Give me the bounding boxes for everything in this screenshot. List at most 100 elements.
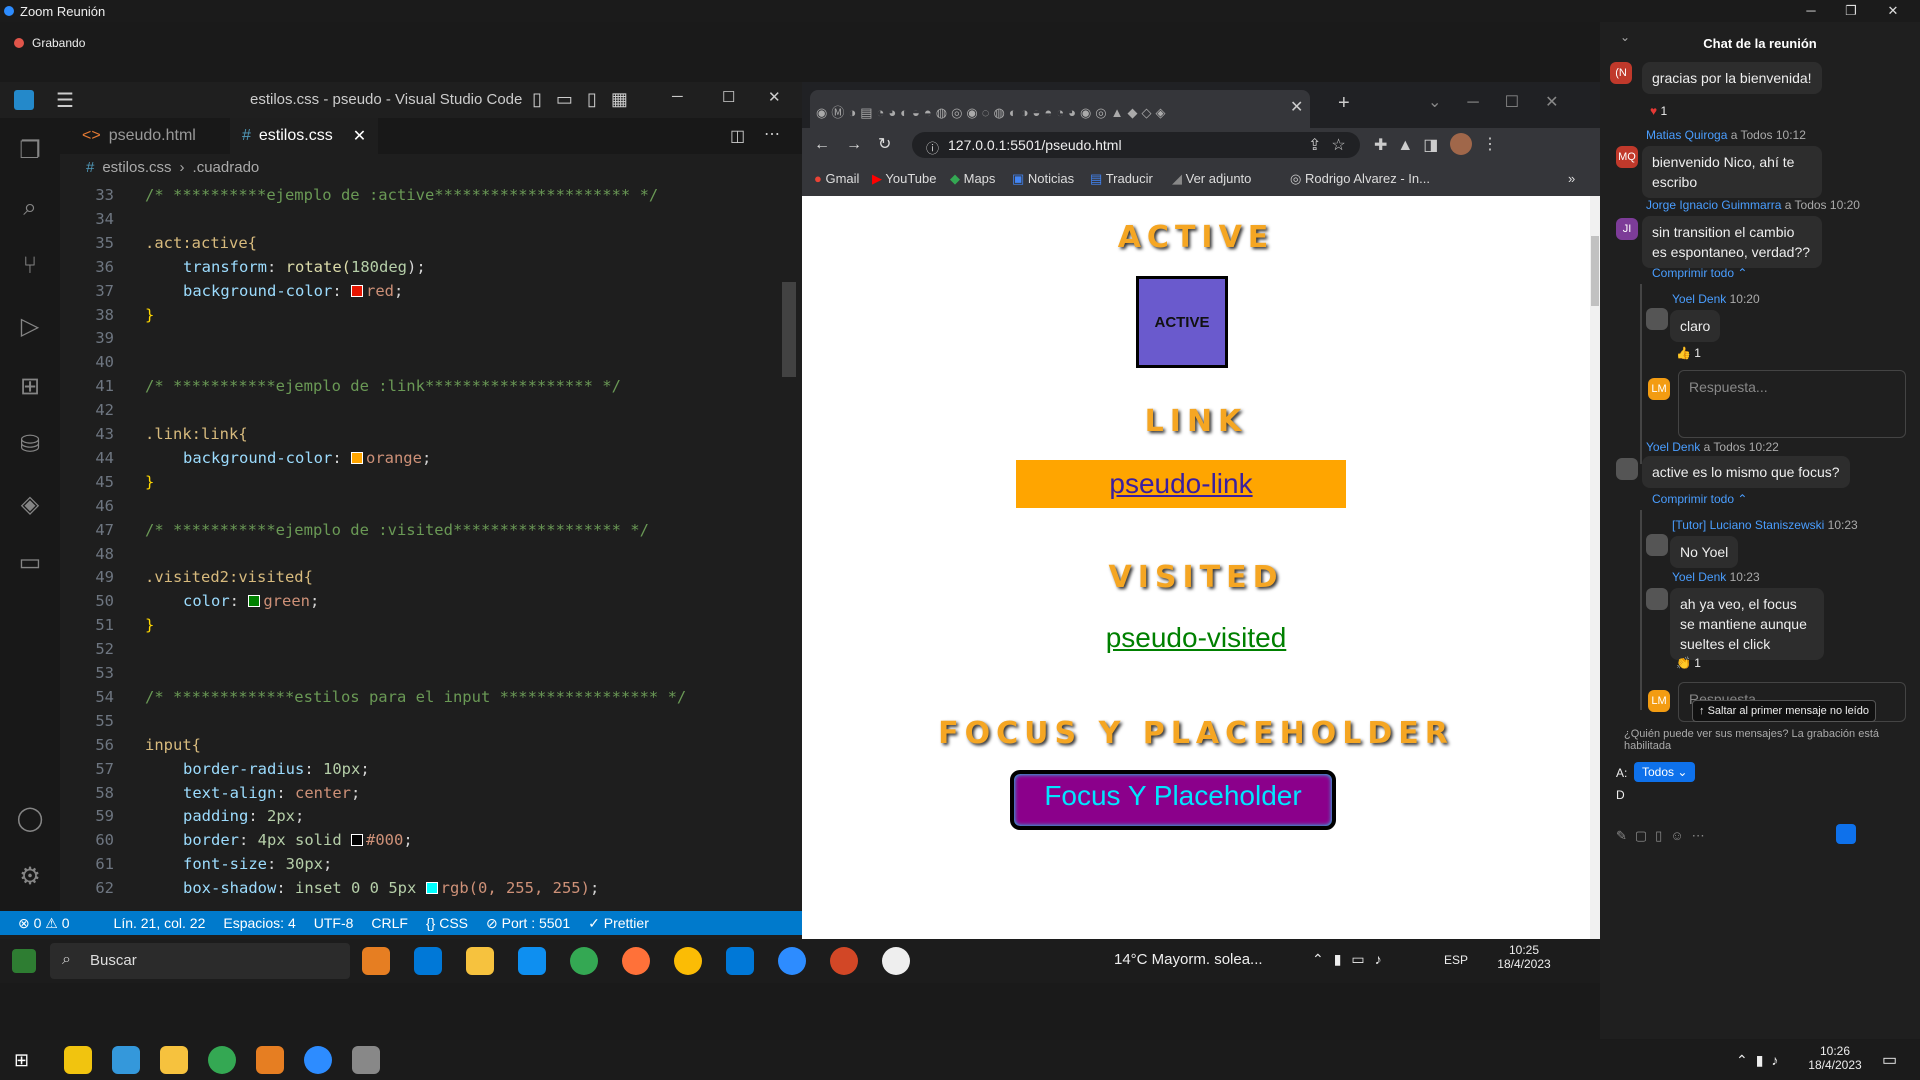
collapse-thread-button[interactable]: Comprimir todo ⌃: [1652, 266, 1747, 280]
status-item[interactable]: ✓ Prettier: [588, 915, 649, 932]
bookmark-traducir[interactable]: ▤ Traducir: [1090, 171, 1153, 187]
message-input[interactable]: D: [1616, 788, 1625, 802]
restore-icon[interactable]: ❐: [1828, 0, 1874, 22]
close-icon[interactable]: ✕: [768, 88, 781, 106]
recipient-dropdown[interactable]: Todos ⌄: [1634, 762, 1696, 782]
layout-icons[interactable]: ▯▭▯▦: [532, 89, 642, 110]
menu-icon[interactable]: ☰: [56, 88, 74, 113]
active-box[interactable]: ACTIVE: [1136, 276, 1228, 368]
split-editor-icon[interactable]: ◫: [730, 126, 745, 146]
zoom-icon[interactable]: [304, 1046, 332, 1074]
color-swatch-icon[interactable]: [248, 595, 261, 608]
maximize-icon[interactable]: ☐: [722, 88, 735, 106]
composer-tools-icon[interactable]: ✎▢▯☺⋯: [1616, 828, 1713, 844]
tray-icons[interactable]: ⌃▮♪: [1736, 1052, 1786, 1069]
app-icon[interactable]: [256, 1046, 284, 1074]
edge-icon[interactable]: [414, 947, 442, 975]
app-icon[interactable]: [64, 1046, 92, 1074]
window-controls[interactable]: ⌄─☐✕: [1428, 92, 1585, 112]
language[interactable]: ESP: [1444, 953, 1468, 967]
run-debug-icon[interactable]: ▷: [14, 310, 46, 342]
clock[interactable]: 10:26 18/4/2023: [1800, 1044, 1870, 1072]
status-item[interactable]: ⊗ 0 ⚠ 0: [18, 915, 70, 932]
visibility-notice[interactable]: ¿Quién puede ver sus mensajes? La grabac…: [1624, 728, 1914, 752]
breadcrumb-symbol[interactable]: .cuadrado: [193, 159, 260, 176]
database-icon[interactable]: ⛁: [14, 428, 46, 460]
tab-estilos-css[interactable]: # estilos.css ✕: [230, 118, 379, 154]
tab-pseudo-html[interactable]: <> pseudo.html: [70, 118, 208, 154]
chrome-icon[interactable]: [674, 947, 702, 975]
editor-scrollbar[interactable]: [782, 282, 796, 377]
bookmark-rodrigo[interactable]: ◎ Rodrigo Alvarez - In...: [1290, 171, 1430, 187]
page-scrollbar[interactable]: [1590, 196, 1600, 939]
color-swatch-icon[interactable]: [350, 284, 363, 297]
tray-icons[interactable]: ⌃▮▭♪: [1312, 951, 1392, 968]
app-icon[interactable]: [518, 947, 546, 975]
more-bookmarks-icon[interactable]: »: [1568, 171, 1575, 186]
windows-start-icon[interactable]: ⊞: [14, 1050, 29, 1071]
app-icon[interactable]: [362, 947, 390, 975]
focus-input[interactable]: Focus Y Placeholder: [1010, 770, 1336, 830]
status-item[interactable]: Espacios: 4: [223, 915, 295, 931]
close-icon[interactable]: ✕: [1870, 0, 1916, 22]
info-icon[interactable]: ⓘ: [926, 138, 939, 157]
status-item[interactable]: UTF-8: [314, 915, 354, 931]
zoom-icon[interactable]: [778, 947, 806, 975]
app-icon[interactable]: [882, 947, 910, 975]
breadcrumb-file[interactable]: estilos.css: [102, 159, 171, 176]
heart-reaction[interactable]: ♥ 1: [1650, 104, 1667, 118]
status-item[interactable]: CRLF: [371, 915, 408, 931]
more-actions-icon[interactable]: ⋯: [764, 124, 780, 144]
account-icon[interactable]: ◯: [14, 802, 46, 834]
recording-label[interactable]: Grabando: [32, 36, 85, 50]
folder-icon[interactable]: [160, 1046, 188, 1074]
tab-favicons-icon[interactable]: ◉Ⓜ◑▤◔◕◐◒◓◍◎◉◌◍◐◑◒◓◔◕◉◎▲◆◇◈: [816, 102, 1170, 121]
status-item[interactable]: {} CSS: [426, 915, 468, 931]
bookmark-gmail[interactable]: ● Gmail: [814, 171, 859, 186]
notification-icon[interactable]: ▭: [1882, 1050, 1897, 1070]
reply-input[interactable]: Respuesta...: [1678, 370, 1906, 438]
start-icon[interactable]: [12, 949, 36, 973]
taskbar-search[interactable]: Buscar: [50, 943, 350, 979]
powerpoint-icon[interactable]: [830, 947, 858, 975]
jump-unread-button[interactable]: ↑ Saltar al primer mensaje no leído: [1692, 700, 1876, 722]
bookmark-youtube[interactable]: ▶ YouTube: [872, 171, 936, 187]
remote-icon[interactable]: ▭: [14, 546, 46, 578]
code-editor[interactable]: 33 /* **********ejemplo de :active*******…: [60, 180, 802, 911]
folder-icon[interactable]: [466, 947, 494, 975]
explorer-icon[interactable]: ❐: [14, 134, 46, 166]
firefox-icon[interactable]: [622, 947, 650, 975]
status-item[interactable]: ⊘ Port : 5501: [486, 915, 570, 932]
chrome-icon[interactable]: [208, 1046, 236, 1074]
color-swatch-icon[interactable]: [351, 834, 363, 847]
bookmark-ver-adjunto[interactable]: ◢ Ver adjunto: [1172, 171, 1251, 187]
close-tab-icon[interactable]: ✕: [1290, 97, 1303, 117]
vscode-icon[interactable]: [726, 947, 754, 975]
address-input[interactable]: 127.0.0.1:5501/pseudo.html: [912, 132, 1360, 158]
status-item[interactable]: Lín. 21, col. 22: [114, 915, 206, 931]
app-icon[interactable]: [352, 1046, 380, 1074]
bookmark-maps[interactable]: ◆ Maps: [950, 171, 995, 187]
source-control-icon[interactable]: ⑂: [14, 250, 46, 282]
pseudo-link[interactable]: pseudo-link: [1016, 460, 1346, 508]
send-icon[interactable]: [1836, 824, 1856, 844]
settings-gear-icon[interactable]: ⚙: [14, 860, 46, 892]
profile-avatar[interactable]: [1450, 133, 1472, 155]
close-tab-icon[interactable]: ✕: [353, 126, 366, 146]
thumbs-up-reaction[interactable]: 👍 1: [1676, 346, 1701, 360]
chrome-icon[interactable]: [570, 947, 598, 975]
pseudo-visited-link[interactable]: pseudo-visited: [802, 622, 1590, 654]
layers-icon[interactable]: ◈: [14, 488, 46, 520]
weather-widget[interactable]: 14°C Mayorm. solea...: [1114, 951, 1263, 968]
new-tab-icon[interactable]: +: [1338, 92, 1350, 115]
clock[interactable]: 10:25 18/4/2023: [1494, 943, 1554, 971]
calculator-icon[interactable]: [112, 1046, 140, 1074]
bookmark-noticias[interactable]: ▣ Noticias: [1012, 171, 1074, 187]
search-icon[interactable]: ⌕: [14, 192, 46, 224]
nav-icons[interactable]: ←→↻: [814, 134, 907, 154]
share-star-icon[interactable]: ⇪☆: [1308, 135, 1356, 155]
color-swatch-icon[interactable]: [425, 882, 438, 895]
collapse-thread-button[interactable]: Comprimir todo ⌃: [1652, 492, 1747, 506]
clap-reaction[interactable]: 👏 1: [1676, 656, 1701, 670]
minimize-icon[interactable]: ─: [672, 88, 683, 105]
